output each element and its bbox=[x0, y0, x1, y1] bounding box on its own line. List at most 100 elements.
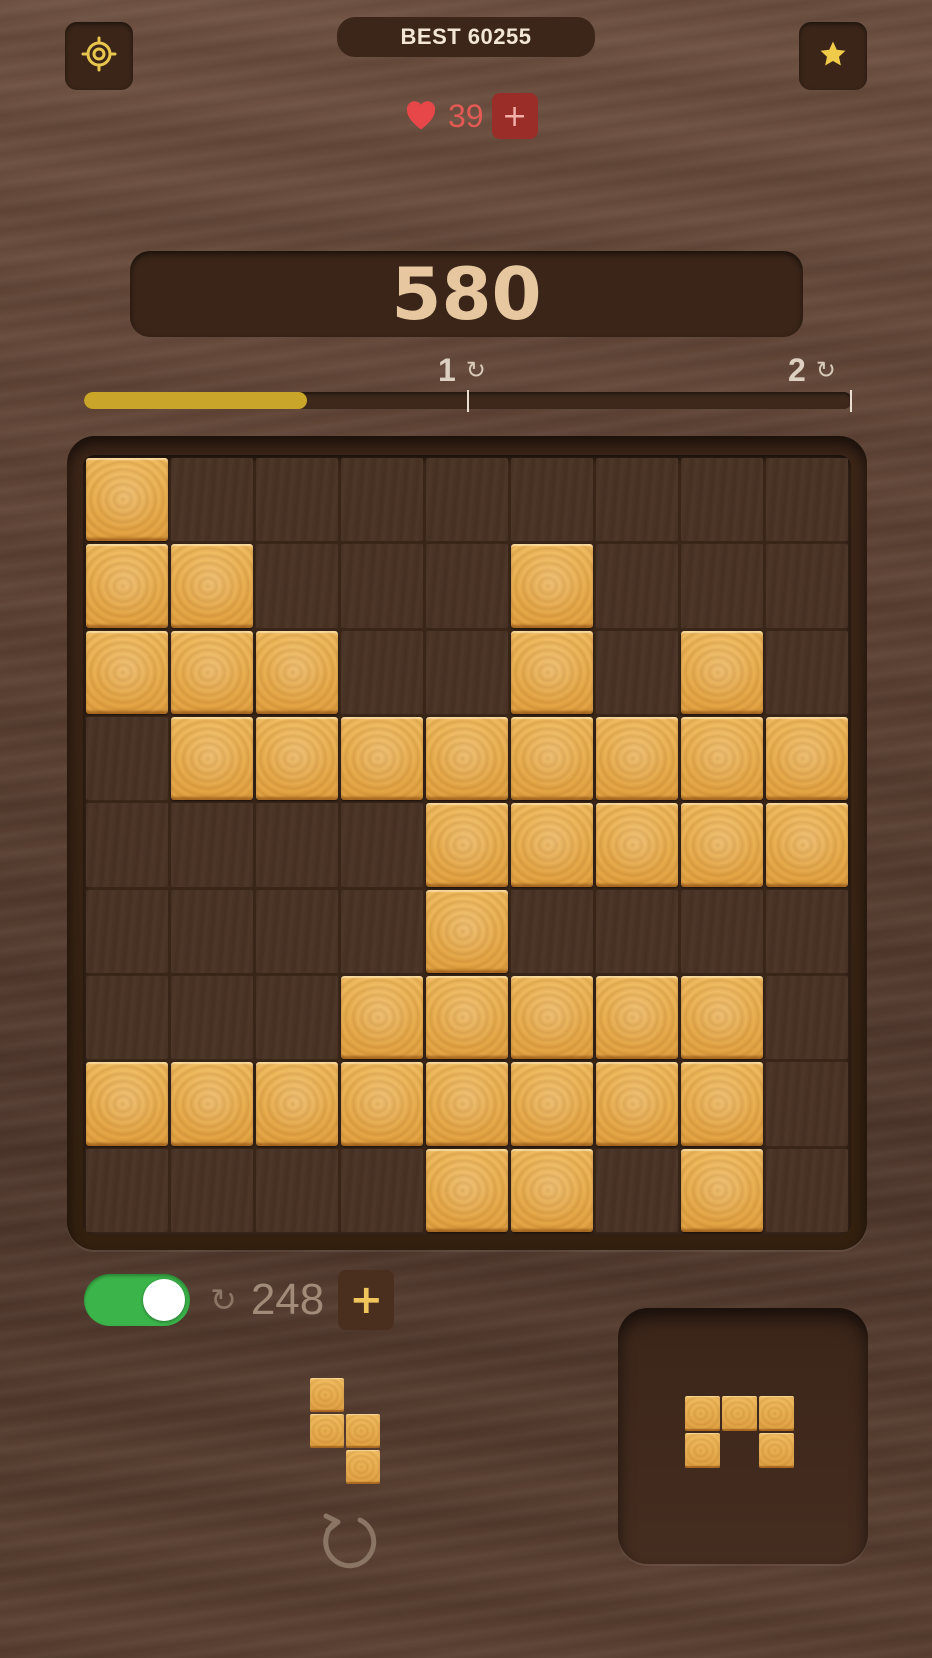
filled-cell[interactable] bbox=[171, 544, 253, 628]
empty-cell[interactable] bbox=[596, 458, 678, 542]
piece-block bbox=[310, 1414, 344, 1448]
empty-cell[interactable] bbox=[681, 458, 763, 542]
empty-cell[interactable] bbox=[766, 1062, 848, 1146]
filled-cell[interactable] bbox=[511, 544, 593, 628]
favorite-button[interactable] bbox=[799, 22, 867, 90]
empty-cell[interactable] bbox=[86, 1148, 168, 1232]
empty-cell[interactable] bbox=[596, 544, 678, 628]
filled-cell[interactable] bbox=[256, 630, 338, 714]
empty-cell[interactable] bbox=[86, 889, 168, 973]
empty-cell[interactable] bbox=[341, 1148, 423, 1232]
milestone-1-label: 1 ↻ bbox=[438, 352, 486, 388]
empty-cell[interactable] bbox=[511, 458, 593, 542]
filled-cell[interactable] bbox=[681, 803, 763, 887]
add-rotations-button[interactable]: + bbox=[338, 1270, 395, 1330]
filled-cell[interactable] bbox=[86, 458, 168, 542]
rotate-button[interactable] bbox=[316, 1508, 380, 1572]
empty-cell[interactable] bbox=[766, 1148, 848, 1232]
filled-cell[interactable] bbox=[86, 544, 168, 628]
game-board[interactable] bbox=[83, 455, 851, 1235]
empty-cell[interactable] bbox=[171, 889, 253, 973]
filled-cell[interactable] bbox=[681, 630, 763, 714]
rotate-icon bbox=[316, 1513, 380, 1576]
empty-cell[interactable] bbox=[511, 889, 593, 973]
empty-cell[interactable] bbox=[256, 544, 338, 628]
filled-cell[interactable] bbox=[341, 1062, 423, 1146]
filled-cell[interactable] bbox=[681, 1148, 763, 1232]
auto-rotate-toggle[interactable] bbox=[84, 1274, 190, 1326]
filled-cell[interactable] bbox=[511, 803, 593, 887]
empty-cell[interactable] bbox=[596, 889, 678, 973]
filled-cell[interactable] bbox=[86, 1062, 168, 1146]
hold-slot[interactable] bbox=[618, 1308, 868, 1564]
empty-cell[interactable] bbox=[766, 889, 848, 973]
empty-cell[interactable] bbox=[341, 803, 423, 887]
filled-cell[interactable] bbox=[511, 976, 593, 1060]
filled-cell[interactable] bbox=[171, 717, 253, 801]
filled-cell[interactable] bbox=[426, 976, 508, 1060]
empty-cell[interactable] bbox=[596, 630, 678, 714]
empty-cell[interactable] bbox=[86, 803, 168, 887]
filled-cell[interactable] bbox=[426, 1148, 508, 1232]
held-piece[interactable] bbox=[685, 1396, 801, 1476]
empty-cell[interactable] bbox=[766, 458, 848, 542]
milestone-2-tick bbox=[850, 390, 852, 412]
empty-cell[interactable] bbox=[681, 889, 763, 973]
refresh-icon: ↻ bbox=[815, 357, 836, 384]
empty-cell[interactable] bbox=[766, 544, 848, 628]
empty-cell[interactable] bbox=[256, 803, 338, 887]
empty-cell[interactable] bbox=[681, 544, 763, 628]
filled-cell[interactable] bbox=[426, 803, 508, 887]
empty-cell[interactable] bbox=[766, 630, 848, 714]
empty-cell[interactable] bbox=[256, 976, 338, 1060]
filled-cell[interactable] bbox=[681, 1062, 763, 1146]
empty-cell[interactable] bbox=[86, 976, 168, 1060]
empty-cell[interactable] bbox=[256, 458, 338, 542]
filled-cell[interactable] bbox=[171, 1062, 253, 1146]
empty-cell[interactable] bbox=[426, 458, 508, 542]
empty-cell[interactable] bbox=[171, 1148, 253, 1232]
empty-cell[interactable] bbox=[86, 717, 168, 801]
filled-cell[interactable] bbox=[511, 1062, 593, 1146]
empty-cell[interactable] bbox=[766, 976, 848, 1060]
filled-cell[interactable] bbox=[341, 976, 423, 1060]
add-lives-button[interactable]: + bbox=[491, 93, 538, 139]
empty-cell[interactable] bbox=[341, 630, 423, 714]
piece-block bbox=[722, 1396, 757, 1431]
empty-cell[interactable] bbox=[256, 1148, 338, 1232]
empty-cell[interactable] bbox=[426, 544, 508, 628]
empty-cell[interactable] bbox=[171, 976, 253, 1060]
empty-cell[interactable] bbox=[596, 1148, 678, 1232]
filled-cell[interactable] bbox=[766, 717, 848, 801]
empty-cell[interactable] bbox=[341, 544, 423, 628]
empty-cell[interactable] bbox=[171, 458, 253, 542]
empty-cell[interactable] bbox=[341, 889, 423, 973]
settings-button[interactable] bbox=[65, 22, 133, 90]
filled-cell[interactable] bbox=[596, 976, 678, 1060]
filled-cell[interactable] bbox=[426, 1062, 508, 1146]
filled-cell[interactable] bbox=[426, 889, 508, 973]
filled-cell[interactable] bbox=[681, 717, 763, 801]
filled-cell[interactable] bbox=[511, 717, 593, 801]
lives-count: 39 bbox=[448, 97, 484, 134]
empty-cell[interactable] bbox=[171, 803, 253, 887]
filled-cell[interactable] bbox=[511, 1148, 593, 1232]
filled-cell[interactable] bbox=[596, 1062, 678, 1146]
filled-cell[interactable] bbox=[256, 1062, 338, 1146]
filled-cell[interactable] bbox=[681, 976, 763, 1060]
current-piece[interactable] bbox=[310, 1378, 386, 1490]
empty-cell[interactable] bbox=[256, 889, 338, 973]
filled-cell[interactable] bbox=[86, 630, 168, 714]
filled-cell[interactable] bbox=[341, 717, 423, 801]
filled-cell[interactable] bbox=[596, 717, 678, 801]
empty-cell[interactable] bbox=[341, 458, 423, 542]
filled-cell[interactable] bbox=[426, 717, 508, 801]
filled-cell[interactable] bbox=[256, 717, 338, 801]
filled-cell[interactable] bbox=[596, 803, 678, 887]
filled-cell[interactable] bbox=[511, 630, 593, 714]
filled-cell[interactable] bbox=[766, 803, 848, 887]
milestone-2-label: 2 ↻ bbox=[788, 352, 836, 388]
piece-block bbox=[346, 1414, 380, 1448]
filled-cell[interactable] bbox=[171, 630, 253, 714]
empty-cell[interactable] bbox=[426, 630, 508, 714]
